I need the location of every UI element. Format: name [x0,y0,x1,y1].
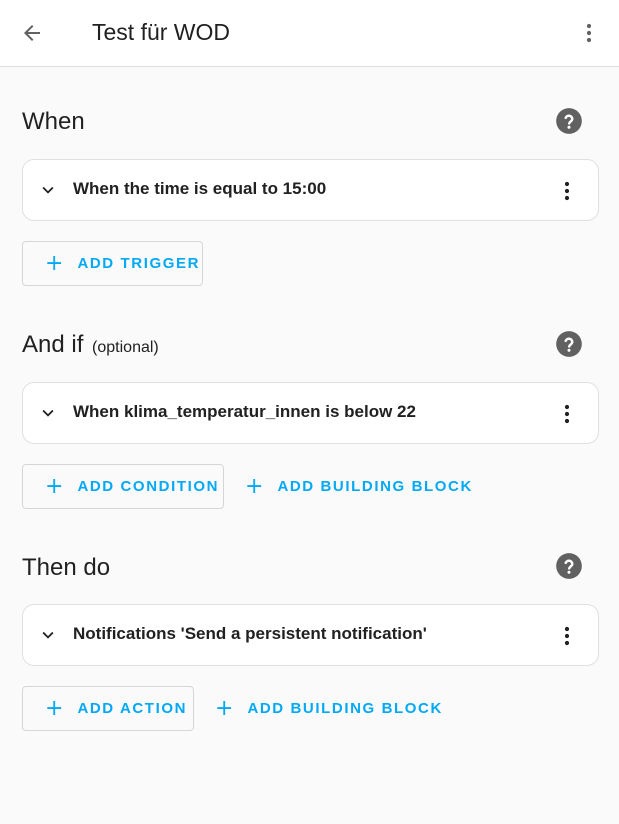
help-circle-icon[interactable] [555,330,583,358]
add-trigger-label: ADD TRIGGER [77,255,201,272]
add-building-block-label: ADD BUILDING BLOCK [277,478,473,495]
dots-vertical-icon [564,404,570,424]
back-button[interactable] [12,13,52,53]
condition-card-label: When klima_temperatur_innen is below 22 [73,402,416,421]
add-condition-label: ADD CONDITION [77,478,220,495]
section-title-and-if: And if (optional) [22,331,159,359]
condition-card[interactable]: When klima_temperatur_innen is below 22 [22,382,599,444]
chevron-down-icon[interactable] [37,624,59,646]
plus-icon: + [45,250,64,276]
overflow-menu-button[interactable] [569,13,609,53]
add-condition-button[interactable]: + ADD CONDITION [22,464,224,509]
section-title-when: When [22,108,85,136]
plus-icon: + [215,695,234,721]
dots-vertical-icon [586,23,592,43]
optional-label: (optional) [92,339,159,356]
add-action-button[interactable]: + ADD ACTION [22,686,194,731]
add-building-block-button[interactable]: + ADD BUILDING BLOCK [215,686,443,731]
action-card-menu-button[interactable] [550,620,584,652]
add-building-block-label: ADD BUILDING BLOCK [247,700,443,717]
arrow-left-icon [24,25,40,41]
section-title-text: And if [22,331,84,358]
condition-card-menu-button[interactable] [550,398,584,430]
chevron-down-icon[interactable] [37,179,59,201]
action-card-label: Notifications 'Send a persistent notific… [73,624,427,643]
action-card[interactable]: Notifications 'Send a persistent notific… [22,604,599,666]
trigger-card[interactable]: When the time is equal to 15:00 [22,159,599,221]
add-trigger-button[interactable]: + ADD TRIGGER [22,241,203,286]
trigger-card-menu-button[interactable] [550,175,584,207]
page-title: Test für WOD [92,19,231,45]
trigger-card-label: When the time is equal to 15:00 [73,179,327,198]
help-circle-icon[interactable] [555,552,583,580]
plus-icon: + [45,473,64,499]
dots-vertical-icon [564,626,570,646]
plus-icon: + [245,473,264,499]
top-app-bar: Test für WOD [0,0,619,67]
add-action-label: ADD ACTION [77,700,188,717]
plus-icon: + [45,695,64,721]
section-title-text: When [22,108,85,135]
section-title-text: Then do [22,554,111,581]
dots-vertical-icon [564,181,570,201]
chevron-down-icon[interactable] [37,402,59,424]
add-building-block-button[interactable]: + ADD BUILDING BLOCK [245,464,473,509]
section-title-then-do: Then do [22,554,110,582]
help-circle-icon[interactable] [555,107,583,135]
